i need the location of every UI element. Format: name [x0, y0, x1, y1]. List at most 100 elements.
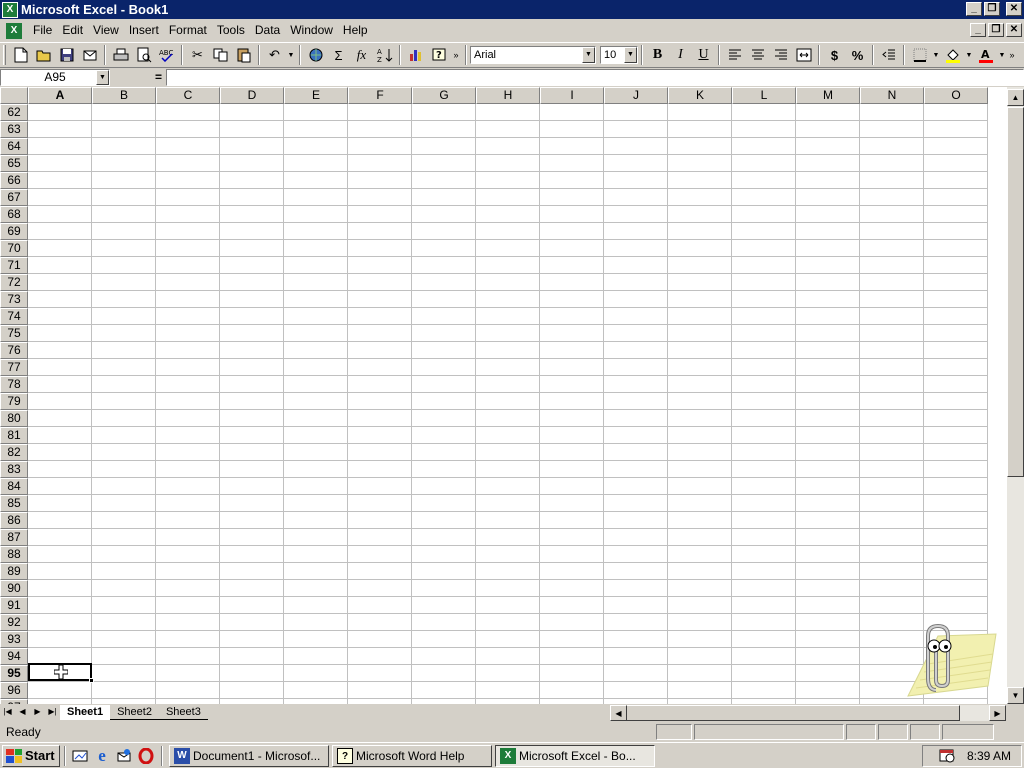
cell[interactable]	[860, 206, 924, 223]
cell[interactable]	[92, 597, 156, 614]
cell[interactable]	[860, 546, 924, 563]
cell[interactable]	[668, 546, 732, 563]
cell[interactable]	[924, 104, 988, 121]
underline-button[interactable]: U	[692, 44, 715, 66]
cell[interactable]	[668, 410, 732, 427]
horizontal-scroll-thumb[interactable]	[626, 705, 960, 721]
spelling-icon[interactable]: ABC	[155, 44, 178, 66]
cell[interactable]	[796, 648, 860, 665]
cell[interactable]	[860, 291, 924, 308]
cell[interactable]	[540, 274, 604, 291]
cell[interactable]	[924, 274, 988, 291]
cell[interactable]	[668, 580, 732, 597]
cell[interactable]	[92, 682, 156, 699]
last-sheet-icon[interactable]: ▶|	[45, 705, 60, 720]
cell[interactable]	[732, 308, 796, 325]
cell[interactable]	[796, 342, 860, 359]
row-header[interactable]: 85	[0, 495, 28, 512]
cell[interactable]	[412, 444, 476, 461]
cell[interactable]	[924, 291, 988, 308]
cell[interactable]	[156, 240, 220, 257]
cell[interactable]	[156, 206, 220, 223]
print-preview-icon[interactable]	[132, 44, 155, 66]
cell[interactable]	[156, 393, 220, 410]
cell[interactable]	[348, 546, 412, 563]
cell[interactable]	[668, 495, 732, 512]
cell[interactable]	[348, 257, 412, 274]
cell[interactable]	[668, 308, 732, 325]
cell[interactable]	[540, 121, 604, 138]
cell[interactable]	[668, 189, 732, 206]
cell[interactable]	[284, 308, 348, 325]
cell[interactable]	[348, 580, 412, 597]
cell[interactable]	[28, 597, 92, 614]
cell[interactable]	[220, 597, 284, 614]
cell[interactable]	[348, 206, 412, 223]
cell[interactable]	[604, 563, 668, 580]
cell[interactable]	[732, 512, 796, 529]
cell[interactable]	[156, 410, 220, 427]
cell[interactable]	[348, 614, 412, 631]
cell[interactable]	[412, 495, 476, 512]
cell[interactable]	[284, 393, 348, 410]
select-all-corner[interactable]	[0, 87, 28, 104]
cell[interactable]	[796, 189, 860, 206]
cell[interactable]	[732, 597, 796, 614]
formula-input[interactable]	[166, 68, 1024, 86]
cell[interactable]	[540, 138, 604, 155]
cell[interactable]	[860, 580, 924, 597]
cell[interactable]	[540, 104, 604, 121]
cell[interactable]	[348, 529, 412, 546]
cell[interactable]	[540, 393, 604, 410]
row-header[interactable]: 67	[0, 189, 28, 206]
cell[interactable]	[284, 376, 348, 393]
cell[interactable]	[92, 410, 156, 427]
cell[interactable]	[284, 614, 348, 631]
cell[interactable]	[92, 546, 156, 563]
cell[interactable]	[348, 393, 412, 410]
row-header[interactable]: 76	[0, 342, 28, 359]
cell[interactable]	[412, 682, 476, 699]
cell[interactable]	[28, 580, 92, 597]
cell[interactable]	[476, 376, 540, 393]
next-sheet-icon[interactable]: ▶	[30, 705, 45, 720]
cell[interactable]	[604, 359, 668, 376]
cell[interactable]	[860, 240, 924, 257]
menu-file[interactable]: File	[28, 20, 57, 41]
cell[interactable]	[604, 274, 668, 291]
align-center-icon[interactable]	[746, 44, 769, 66]
cell[interactable]	[796, 495, 860, 512]
menu-window[interactable]: Window	[285, 20, 338, 41]
cell[interactable]	[924, 359, 988, 376]
cell[interactable]	[156, 631, 220, 648]
cell[interactable]	[348, 427, 412, 444]
cell[interactable]	[668, 257, 732, 274]
cell[interactable]	[284, 682, 348, 699]
cell[interactable]	[476, 257, 540, 274]
sheet-tab-1[interactable]: Sheet1	[60, 705, 111, 720]
cell[interactable]	[924, 427, 988, 444]
cell[interactable]	[348, 172, 412, 189]
cell[interactable]	[28, 325, 92, 342]
cell[interactable]	[284, 223, 348, 240]
cell[interactable]	[540, 529, 604, 546]
cell[interactable]	[732, 359, 796, 376]
cell[interactable]	[732, 478, 796, 495]
cell[interactable]	[476, 206, 540, 223]
cell[interactable]	[604, 121, 668, 138]
cell[interactable]	[156, 138, 220, 155]
cell[interactable]	[924, 444, 988, 461]
cell[interactable]	[284, 121, 348, 138]
cell[interactable]	[668, 427, 732, 444]
cell[interactable]	[156, 427, 220, 444]
cell[interactable]	[412, 104, 476, 121]
cell[interactable]	[348, 597, 412, 614]
cell[interactable]	[92, 580, 156, 597]
cell[interactable]	[604, 308, 668, 325]
first-sheet-icon[interactable]: |◀	[0, 705, 15, 720]
cell[interactable]	[796, 444, 860, 461]
cell[interactable]	[156, 682, 220, 699]
cell[interactable]	[28, 274, 92, 291]
cell[interactable]	[540, 478, 604, 495]
cell[interactable]	[476, 121, 540, 138]
